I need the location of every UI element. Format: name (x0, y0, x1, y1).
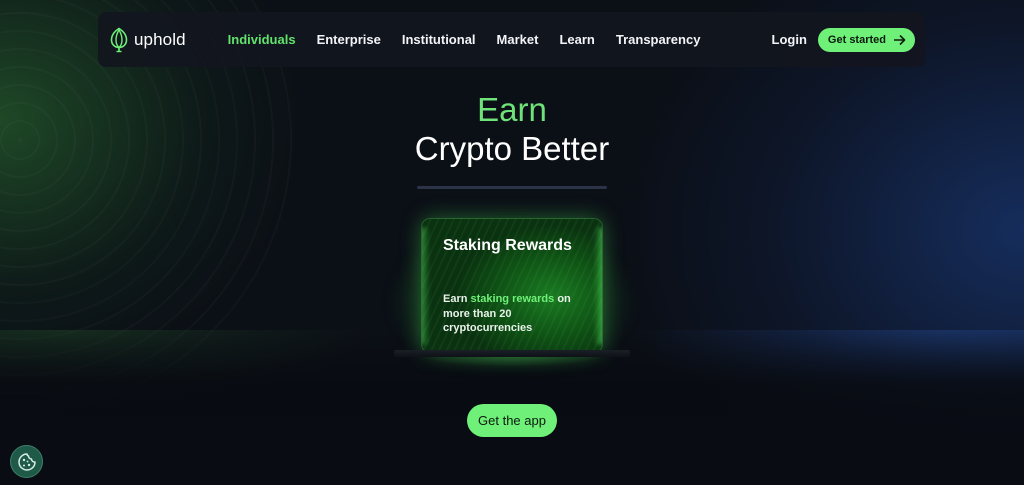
cookie-icon (17, 452, 36, 471)
hero-heading: Earn Crypto Better (0, 91, 1024, 170)
nav-link-enterprise[interactable]: Enterprise (317, 32, 381, 47)
card-edge-right (594, 227, 602, 345)
get-started-button[interactable]: Get started (817, 27, 915, 52)
card-body: Earn staking rewards on more than 20 cry… (443, 292, 593, 336)
nav-actions: Login Get started (772, 27, 915, 52)
uphold-logo[interactable]: uphold (110, 27, 186, 53)
hero-line-earn: Earn (477, 91, 547, 128)
nav-link-learn[interactable]: Learn (559, 32, 594, 47)
card-body-highlight: staking rewards (470, 293, 555, 305)
uphold-logo-icon (110, 27, 128, 52)
arrow-right-icon (894, 34, 906, 45)
card-stand (394, 350, 630, 357)
cookie-settings-button[interactable] (10, 445, 43, 478)
hero-line-crypto-better: Crypto Better (414, 130, 610, 167)
staking-rewards-card: Staking Rewards Earn staking rewards on … (422, 219, 602, 352)
nav-link-individuals[interactable]: Individuals (228, 32, 296, 47)
card-title: Staking Rewards (443, 237, 572, 254)
login-link[interactable]: Login (772, 32, 807, 47)
nav-links: Individuals Enterprise Institutional Mar… (228, 32, 701, 47)
get-the-app-button[interactable]: Get the app (467, 404, 557, 437)
card-edge-left (422, 227, 430, 345)
top-navigation: uphold Individuals Enterprise Institutio… (98, 12, 925, 67)
nav-link-transparency[interactable]: Transparency (616, 32, 701, 47)
nav-link-institutional[interactable]: Institutional (402, 32, 476, 47)
staking-rewards-showcase: Staking Rewards Earn staking rewards on … (384, 219, 640, 369)
get-started-label: Get started (827, 33, 886, 46)
card-stand-glow (424, 357, 600, 367)
hero-divider (417, 186, 607, 189)
nav-link-market[interactable]: Market (497, 32, 539, 47)
card-body-prefix: Earn (443, 293, 471, 305)
brand-name: uphold (134, 29, 186, 49)
